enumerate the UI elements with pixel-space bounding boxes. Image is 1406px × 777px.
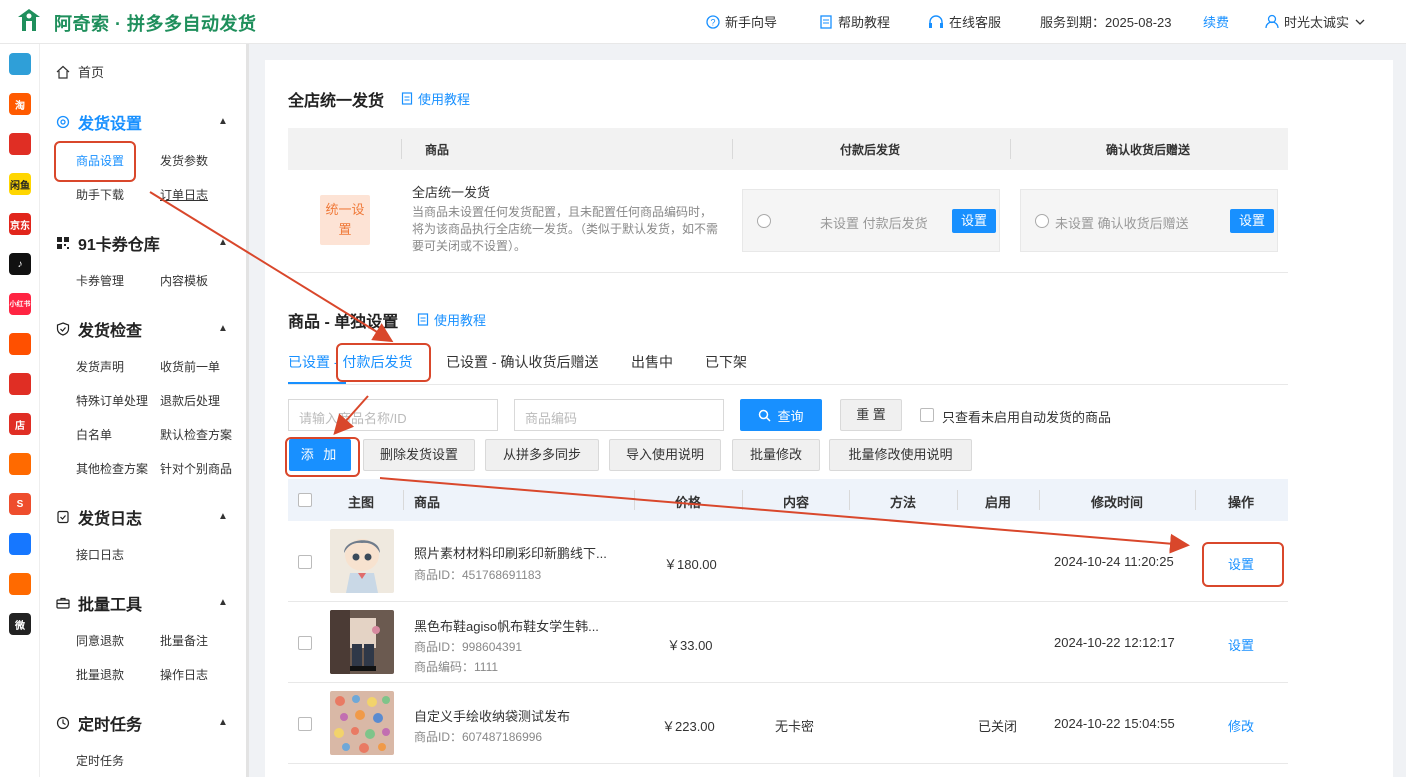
arrow-to-add bbox=[333, 395, 369, 435]
arrow-to-tab bbox=[149, 191, 394, 343]
arrow-to-set bbox=[379, 477, 1190, 554]
annotation-arrows bbox=[149, 191, 1190, 554]
